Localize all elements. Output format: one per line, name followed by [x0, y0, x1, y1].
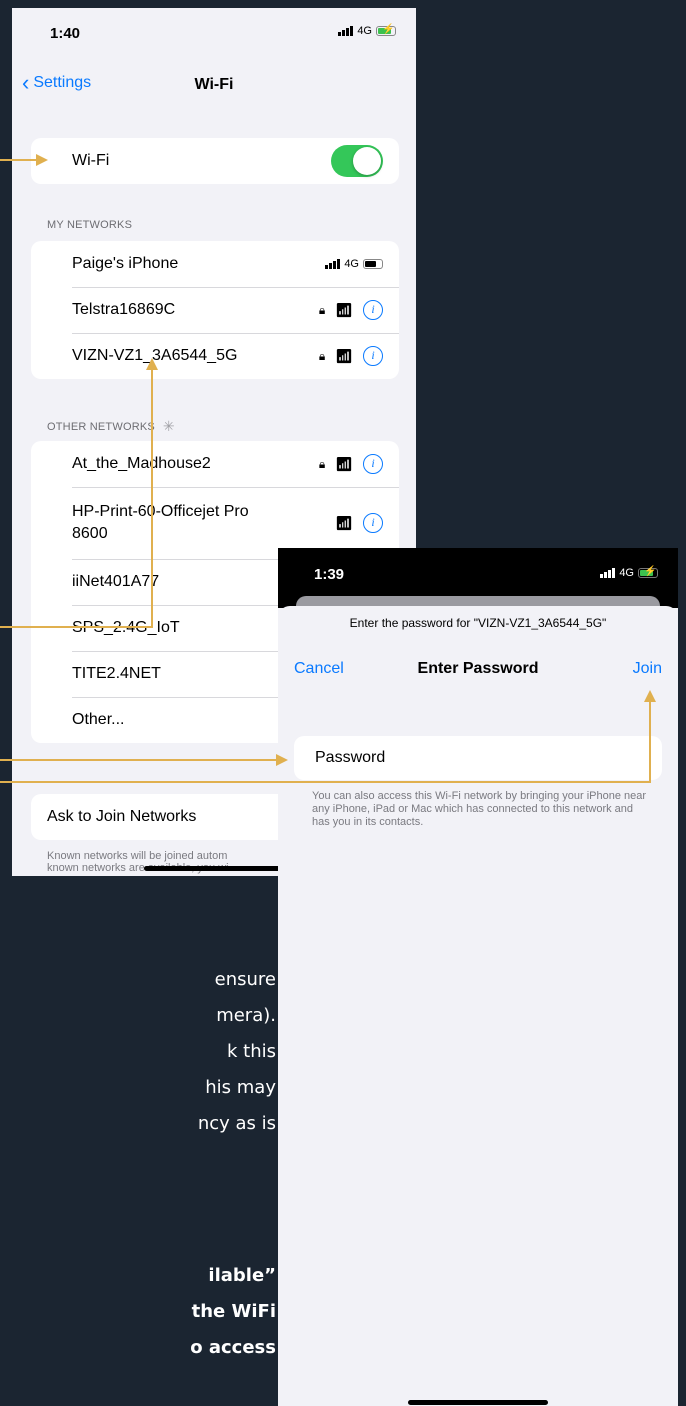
home-indicator	[408, 1400, 548, 1405]
sheet-title: Enter Password	[417, 660, 539, 677]
wifi-signal-icon: 📶︎	[335, 301, 353, 318]
network-type: 4G	[357, 25, 372, 37]
status-time: 1:39	[314, 566, 345, 583]
battery-icon: ⚡	[376, 24, 396, 36]
signal-icon	[325, 259, 341, 269]
wifi-signal-icon: 📶︎	[335, 455, 353, 472]
password-prompt: Enter the password for "VIZN-VZ1_3A6544_…	[349, 616, 607, 630]
loading-spinner-icon: ✳	[162, 418, 175, 434]
help-text: You can also access this Wi-Fi network b…	[312, 790, 647, 828]
tutorial-text-regular: ensure mera). k this his may ncy as is	[0, 962, 276, 1142]
battery-icon: ⚡	[638, 566, 658, 578]
tutorial-text-bold: ilable” the WiFi o access	[0, 1258, 276, 1366]
battery-icon	[363, 259, 383, 269]
enter-password-screen: 1:39 4G ⚡ Enter the password for "VIZN-V…	[278, 548, 678, 1406]
tutorial-line: his may	[205, 1077, 276, 1098]
info-icon[interactable]: i	[363, 454, 383, 474]
network-name: At_the_Madhouse2	[72, 455, 211, 472]
lock-icon: 🔒︎	[318, 348, 326, 363]
other-networks-header: OTHER NETWORKS ✳	[47, 418, 175, 434]
wifi-toggle-row[interactable]: Wi-Fi	[31, 138, 399, 184]
status-time: 1:40	[50, 25, 81, 42]
lock-icon: 🔒︎	[318, 456, 326, 471]
signal-icon	[338, 26, 354, 36]
tutorial-line: ensure	[214, 969, 276, 990]
my-networks-header: MY NETWORKS	[47, 219, 133, 231]
wifi-label: Wi-Fi	[72, 152, 110, 169]
info-icon[interactable]: i	[363, 300, 383, 320]
network-name: VIZN-VZ1_3A6544_5G	[72, 347, 238, 364]
tutorial-line: k this	[227, 1041, 276, 1062]
home-indicator	[144, 866, 284, 871]
tutorial-line: mera).	[216, 1005, 276, 1026]
page-title: Wi-Fi	[194, 76, 234, 93]
wifi-signal-icon: 📶︎	[335, 514, 353, 531]
tutorial-line: ncy as is	[197, 1113, 276, 1134]
status-indicators: 4G ⚡	[338, 24, 396, 37]
hotspot-status: 4G	[325, 258, 383, 270]
tutorial-line: o access	[190, 1337, 276, 1358]
my-networks-list: Paige's iPhone 4G Telstra16869C 🔒︎ 📶︎ i …	[31, 241, 399, 379]
info-icon[interactable]: i	[363, 513, 383, 533]
password-field[interactable]	[294, 736, 662, 780]
network-name: Telstra16869C	[72, 301, 176, 318]
tutorial-line: ilable”	[208, 1265, 276, 1286]
password-input[interactable]	[315, 749, 662, 767]
network-row[interactable]: Telstra16869C 🔒︎ 📶︎ i	[31, 287, 399, 333]
status-indicators: 4G ⚡	[600, 566, 658, 579]
password-sheet: Enter the password for "VIZN-VZ1_3A6544_…	[278, 606, 678, 1406]
network-row[interactable]: Paige's iPhone 4G	[31, 241, 399, 287]
network-name: Paige's iPhone	[72, 255, 179, 272]
join-button[interactable]: Join	[633, 660, 662, 678]
info-icon[interactable]: i	[363, 346, 383, 366]
wifi-signal-icon: 📶︎	[335, 347, 353, 364]
wifi-toggle-group: Wi-Fi	[31, 138, 399, 184]
network-row[interactable]: At_the_Madhouse2 🔒︎ 📶︎ i	[31, 441, 399, 487]
network-type: 4G	[619, 567, 634, 579]
network-row[interactable]: VIZN-VZ1_3A6544_5G 🔒︎ 📶︎ i	[31, 333, 399, 379]
status-bar: 1:40 4G ⚡	[12, 8, 416, 58]
navigation-bar: ‹ Settings Wi-Fi	[12, 66, 416, 106]
network-name: HP-Print-60-Officejet Pro 8600	[72, 503, 249, 542]
lock-icon: 🔒︎	[318, 302, 326, 317]
tutorial-line: the WiFi	[191, 1301, 276, 1322]
signal-icon	[600, 568, 616, 578]
wifi-toggle[interactable]	[331, 145, 383, 177]
